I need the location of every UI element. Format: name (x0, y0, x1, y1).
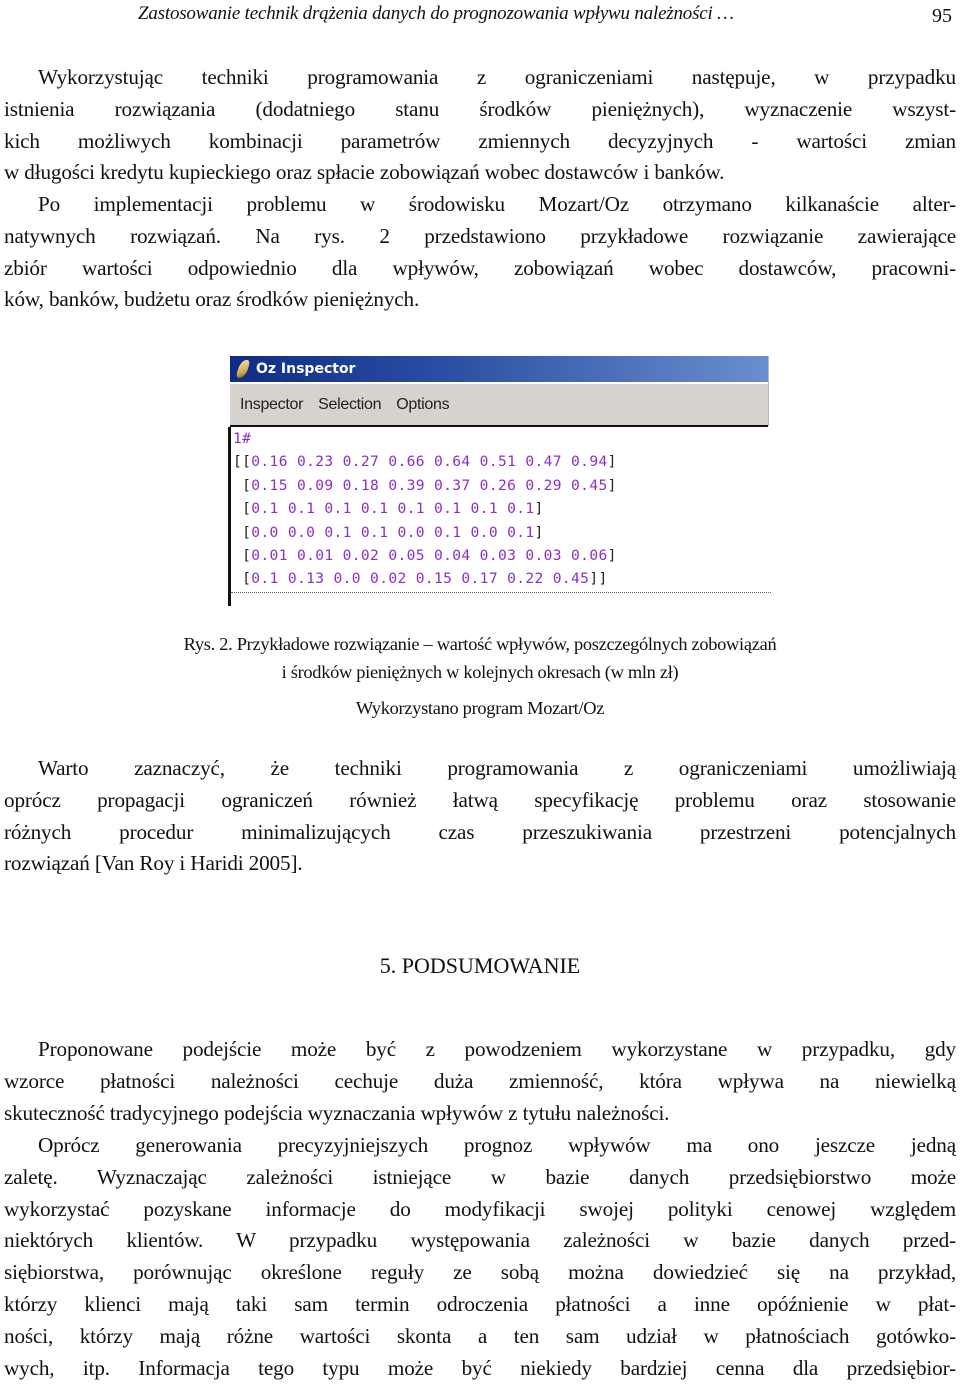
text-line: którzy klienci mają taki sam termin odro… (4, 1291, 956, 1316)
text-line: Oprócz generowania precyzyjniejszych pro… (38, 1133, 956, 1157)
value-row: [0.1 0.13 0.0 0.02 0.15 0.17 0.22 0.45]] (231, 567, 771, 590)
menu-bar: Inspector Selection Options (230, 384, 768, 427)
text-line: oprócz propagacji ograniczeń również łat… (4, 787, 956, 812)
text-line: rozwiązań [Van Roy i Haridi 2005]. (4, 851, 303, 876)
text-line: Proponowane podejście może być z powodze… (38, 1037, 956, 1061)
running-header-title: Zastosowanie technik drążenia danych do … (138, 3, 734, 24)
row-values: 0.16 0.23 0.27 0.66 0.64 0.51 0.47 0.94 (251, 453, 608, 471)
text-line: wykorzystać pozyskane informacje do mody… (4, 1196, 956, 1221)
close-bracket: ] (534, 500, 544, 518)
value-rows: [[0.16 0.23 0.27 0.66 0.64 0.51 0.47 0.9… (231, 450, 771, 590)
figure-source: Wykorzystano program Mozart/Oz (355, 698, 605, 718)
open-bracket: [ (233, 500, 252, 518)
row-values: 0.0 0.0 0.1 0.1 0.0 0.1 0.0 0.1 (251, 523, 535, 541)
open-bracket: [ (233, 570, 252, 588)
row-values: 0.1 0.13 0.0 0.02 0.15 0.17 0.22 0.45 (251, 570, 590, 588)
text-line: Warto zaznaczyć, że techniki programowan… (38, 756, 956, 780)
close-bracket: ] (607, 546, 617, 564)
row-values: 0.15 0.09 0.18 0.39 0.37 0.26 0.29 0.45 (251, 476, 608, 494)
entry-label[interactable]: 1# (231, 427, 771, 450)
row-values: 0.1 0.1 0.1 0.1 0.1 0.1 0.1 0.1 (251, 500, 535, 518)
close-bracket: ] (534, 523, 544, 541)
page-number: 95 (932, 5, 952, 27)
open-bracket: [[ (233, 453, 252, 471)
window-titlebar[interactable]: Oz Inspector (230, 356, 768, 382)
row-values: 0.01 0.01 0.02 0.05 0.04 0.03 0.03 0.06 (251, 546, 608, 564)
text-line: Wykorzystując techniki programowania z o… (38, 65, 956, 89)
inspector-content: 1# [[0.16 0.23 0.27 0.66 0.64 0.51 0.47 … (228, 427, 771, 606)
text-line: wych, itp. Informacja tego typu może być… (4, 1355, 956, 1380)
text-line: w długości kredytu kupieckiego oraz spła… (4, 160, 725, 185)
open-bracket: [ (233, 546, 252, 564)
value-row: [0.01 0.01 0.02 0.05 0.04 0.03 0.03 0.06… (231, 544, 771, 567)
window-title: Oz Inspector (256, 361, 356, 377)
close-bracket: ]] (589, 570, 608, 588)
window-border (768, 356, 769, 426)
paragraph-constraint-programming: Wykorzystując techniki programowania z o… (4, 62, 956, 189)
text-line: różnych procedur minimalizujących czas p… (4, 819, 956, 844)
close-bracket: ] (607, 476, 617, 494)
text-line: niektórych klientów. W przypadku występo… (4, 1228, 956, 1253)
text-line: istnienia rozwiązania (dodatniego stanu … (4, 96, 956, 121)
open-bracket: [ (233, 476, 252, 494)
oz-feather-icon (235, 360, 251, 378)
text-line: siębiorstwa, porównując określone reguły… (4, 1260, 956, 1285)
figure-caption-line1: Rys. 2. Przykładowe rozwiązanie – wartoś… (183, 634, 777, 654)
paragraph-summary-2: Oprócz generowania precyzyjniejszych pro… (4, 1130, 956, 1384)
value-row: [0.15 0.09 0.18 0.39 0.37 0.26 0.29 0.45… (231, 474, 771, 497)
text-line: natywnych rozwiązań. Na rys. 2 przedstaw… (4, 223, 956, 248)
value-row: [0.1 0.1 0.1 0.1 0.1 0.1 0.1 0.1] (231, 497, 771, 520)
text-line: skuteczność tradycyjnego podejścia wyzna… (4, 1100, 670, 1125)
paragraph-summary-1: Proponowane podejście może być z powodze… (4, 1034, 956, 1129)
open-bracket: [ (233, 523, 252, 541)
menu-selection[interactable]: Selection (318, 396, 381, 414)
oz-inspector-window: Oz Inspector Inspector Selection Options… (228, 356, 771, 606)
text-line: ków, banków, budżetu oraz środków pienię… (4, 287, 420, 312)
running-header: Zastosowanie technik drążenia danych do … (0, 0, 960, 30)
paragraph-mozart-implementation: Po implementacji problemu w środowisku M… (4, 189, 956, 316)
menu-options[interactable]: Options (396, 396, 449, 414)
text-line: ności, którzy mają różne wartości skonta… (4, 1323, 956, 1348)
paragraph-constraint-advantages: Warto zaznaczyć, że techniki programowan… (4, 753, 956, 880)
dotted-separator (231, 592, 771, 593)
figure-caption-line2: i środków pieniężnych w kolejnych okresa… (281, 662, 679, 682)
text-line: Po implementacji problemu w środowisku M… (38, 192, 956, 216)
menu-inspector[interactable]: Inspector (240, 396, 303, 414)
text-line: zbiór wartości odpowiednio dla wpływów, … (4, 255, 956, 280)
value-row: [0.0 0.0 0.1 0.1 0.0 0.1 0.0 0.1] (231, 521, 771, 544)
section-heading: 5. PODSUMOWANIE (379, 953, 581, 978)
close-bracket: ] (607, 453, 617, 471)
text-line: wzorce płatności należności cechuje duża… (4, 1068, 956, 1093)
value-row: [[0.16 0.23 0.27 0.66 0.64 0.51 0.47 0.9… (231, 450, 771, 473)
text-line: zaletę. Wyznaczając zależności istniejąc… (4, 1164, 956, 1189)
text-line: kich możliwych kombinacji parametrów zmi… (4, 128, 956, 153)
